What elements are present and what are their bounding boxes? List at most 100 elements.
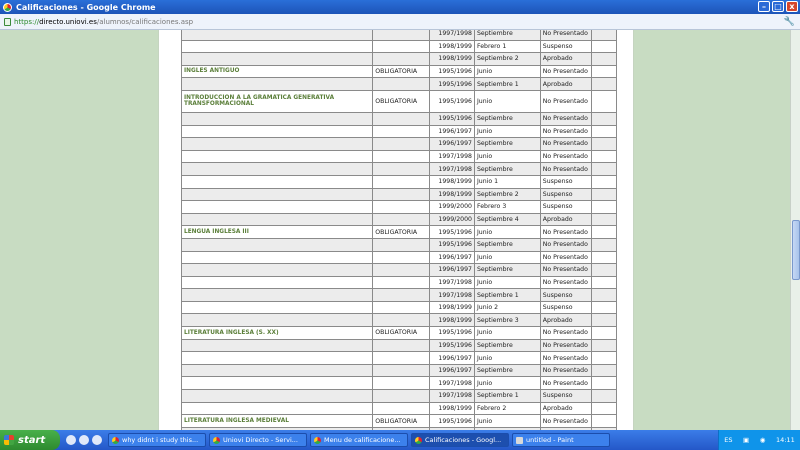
grade-cell: No Presentado (539, 149, 593, 164)
taskbar-task[interactable]: Calificaciones - Googl... (411, 433, 509, 447)
subject-cell: INTRODUCCION A LA GRAMATICA GENERATIVA T… (180, 89, 374, 113)
year-cell: 1996/1997 (428, 363, 475, 378)
empty-cell (591, 389, 617, 403)
year-cell: 1996/1997 (428, 250, 475, 265)
empty-cell (591, 326, 617, 340)
taskbar-task-label: Calificaciones - Googl... (425, 436, 502, 444)
grade-cell: Suspenso (539, 300, 593, 315)
minimize-button[interactable]: – (758, 1, 770, 12)
empty-cell (591, 111, 617, 126)
start-button[interactable]: start (0, 430, 60, 450)
clock: 14:11 (775, 436, 795, 444)
chrome-quicklaunch-icon[interactable] (66, 435, 76, 445)
subject-cell (180, 250, 374, 265)
table-row: 1996/1997 Junio No Presentado (180, 351, 617, 365)
empty-cell (591, 52, 617, 66)
grade-cell: Aprobado (539, 313, 593, 328)
subject-cell (180, 124, 374, 139)
taskbar: start why didnt i study this... Uniovi Di… (0, 430, 800, 450)
empty-cell (591, 376, 617, 391)
table-row: 1995/1996 Septiembre No Presentado (180, 237, 617, 252)
close-button[interactable]: x (786, 1, 798, 12)
year-cell: 1996/1997 (428, 263, 475, 277)
type-cell (372, 300, 430, 315)
network-icon[interactable]: ▣ (743, 436, 749, 444)
session-cell: Septiembre 2 (473, 52, 541, 66)
maximize-button[interactable]: □ (772, 1, 784, 12)
table-row: 1998/1999 Septiembre 2 Suspenso (180, 187, 617, 202)
type-cell (372, 77, 430, 91)
empty-cell (591, 30, 617, 41)
table-row: 1995/1996 Septiembre 1 Aprobado (180, 77, 617, 91)
type-cell (372, 237, 430, 252)
window-titlebar[interactable]: Calificaciones - Google Chrome – □ x (0, 0, 800, 14)
type-cell (372, 313, 430, 328)
type-cell (372, 30, 430, 41)
grade-cell: No Presentado (539, 64, 593, 79)
table-row: 1995/1996 Septiembre No Presentado (180, 111, 617, 126)
vertical-scrollbar[interactable] (790, 30, 800, 430)
page-content: 1997/1998 Septiembre No Presentado 1998/199… (158, 30, 634, 430)
subject-cell (180, 200, 374, 214)
year-cell: 1998/1999 (428, 39, 475, 54)
type-cell (372, 288, 430, 302)
table-row: 1996/1997 Septiembre No Presentado (180, 137, 617, 151)
year-cell: 1997/1998 (428, 376, 475, 391)
grade-cell: Suspenso (539, 200, 593, 214)
scrollbar-thumb[interactable] (792, 220, 800, 280)
session-cell: Febrero 3 (473, 200, 541, 214)
type-cell (372, 124, 430, 139)
taskbar-task[interactable]: untitled - Paint (512, 433, 610, 447)
empty-cell (591, 89, 617, 113)
grade-cell: No Presentado (539, 225, 593, 239)
taskbar-task[interactable]: why didnt i study this... (108, 433, 206, 447)
language-indicator[interactable]: ES (724, 436, 732, 444)
type-cell (372, 401, 430, 416)
type-cell (372, 200, 430, 214)
type-cell (372, 137, 430, 151)
taskbar-task[interactable]: Uniovi Directo - Servi... (209, 433, 307, 447)
type-cell (372, 250, 430, 265)
subject-cell: LENGUA INGLESA III (180, 225, 374, 239)
type-cell (372, 389, 430, 403)
subject-cell (180, 338, 374, 353)
year-cell: 1995/1996 (428, 326, 475, 340)
year-cell: 1996/1997 (428, 137, 475, 151)
empty-cell (591, 162, 617, 176)
session-cell: Junio 1 (473, 174, 541, 189)
session-cell: Febrero 2 (473, 401, 541, 416)
year-cell: 1995/1996 (428, 89, 475, 113)
subject-cell (180, 351, 374, 365)
empty-cell (591, 149, 617, 164)
type-cell (372, 162, 430, 176)
system-tray: ES ▣ ◉ 14:11 (718, 430, 800, 450)
session-cell: Septiembre (473, 30, 541, 41)
year-cell: 1998/1999 (428, 52, 475, 66)
empty-cell (591, 414, 617, 428)
taskbar-task[interactable]: Menu de calificacione... (310, 433, 408, 447)
subject-cell (180, 187, 374, 202)
volume-icon[interactable]: ◉ (760, 436, 766, 444)
window-controls: – □ x (758, 1, 798, 12)
media-quicklaunch-icon[interactable] (92, 435, 102, 445)
table-row: LITERATURA INGLESA (S. XX) OBLIGATORIA 199… (180, 326, 617, 340)
year-cell: 1996/1997 (428, 351, 475, 365)
empty-cell (591, 338, 617, 353)
type-cell (372, 338, 430, 353)
type-cell (372, 174, 430, 189)
ie-quicklaunch-icon[interactable] (79, 435, 89, 445)
subject-cell (180, 363, 374, 378)
address-bar[interactable]: https:// directo.uniovi.es /alumnos/cali… (0, 14, 800, 30)
year-cell: 1998/1999 (428, 174, 475, 189)
chrome-icon (314, 436, 321, 444)
table-row: 1999/2000 Septiembre 4 Aprobado (180, 212, 617, 227)
subject-cell (180, 313, 374, 328)
subject-cell (180, 237, 374, 252)
session-cell: Junio (473, 124, 541, 139)
grade-cell: No Presentado (539, 30, 593, 41)
year-cell: 1997/1998 (428, 162, 475, 176)
year-cell: 1996/1997 (428, 124, 475, 139)
wrench-icon[interactable]: 🔧 (784, 17, 795, 27)
session-cell: Junio (473, 89, 541, 113)
url-host: directo.uniovi.es (39, 17, 97, 26)
